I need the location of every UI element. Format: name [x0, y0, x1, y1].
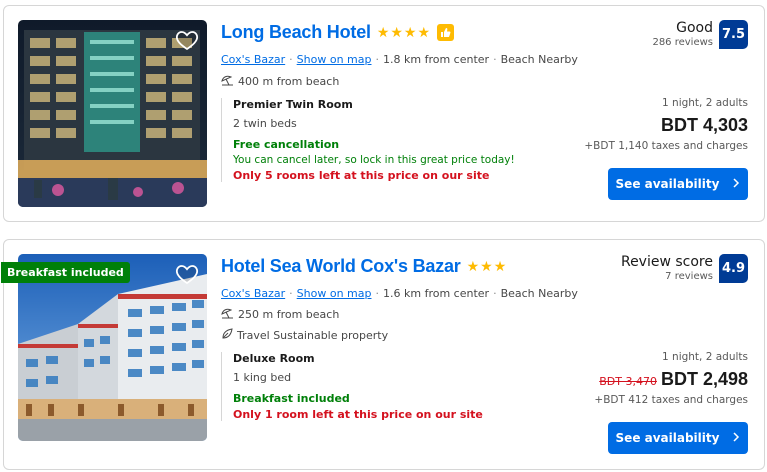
- cancellation-note: You can cancel later, so lock in this gr…: [233, 154, 515, 166]
- stay-summary: 1 night, 2 adults: [662, 351, 748, 363]
- price: BDT 4,303: [660, 115, 748, 135]
- beach-distance-text: 250 m from beach: [238, 308, 340, 321]
- sustainable-row[interactable]: Travel Sustainable property: [221, 328, 388, 343]
- see-availability-label: See availability: [615, 431, 720, 445]
- chevron-right-icon: [733, 177, 740, 191]
- score-label: Good: [676, 20, 713, 36]
- star-rating: ★★★: [466, 258, 508, 275]
- review-score[interactable]: Review score 7 reviews 4.9: [621, 254, 748, 283]
- beach-nearby-label: Beach Nearby: [500, 287, 578, 300]
- breakfast-included-badge: Breakfast included: [1, 262, 130, 283]
- room-name: Deluxe Room: [233, 352, 315, 365]
- see-availability-button[interactable]: See availability: [608, 422, 748, 454]
- hotel-title-row: Hotel Sea World Cox's Bazar ★★★: [221, 256, 507, 277]
- breakfast-included-label: Breakfast included: [233, 392, 350, 405]
- hotel-title-row: Long Beach Hotel ★★★★: [221, 22, 455, 43]
- location-link[interactable]: Cox's Bazar: [221, 53, 285, 66]
- price: BDT 2,498: [660, 369, 748, 389]
- review-count: 7 reviews: [665, 271, 713, 282]
- original-price: BDT 3,470: [599, 375, 657, 388]
- hotel-photo[interactable]: [18, 20, 207, 207]
- thumbs-up-icon: [437, 24, 455, 41]
- leaf-icon: [221, 328, 233, 343]
- star-rating: ★★★★: [376, 24, 432, 41]
- scarcity-message: Only 1 room left at this price on our si…: [233, 408, 483, 421]
- beach-umbrella-icon: [221, 307, 234, 322]
- hotel-card-long-beach: Long Beach Hotel ★★★★ Cox's Bazar · Show…: [3, 5, 765, 222]
- location-row: Cox's Bazar · Show on map · 1.8 km from …: [221, 53, 578, 66]
- hotel-card-sea-world: Breakfast included Hotel Sea World Cox's…: [1, 239, 765, 470]
- score-badge: 4.9: [719, 254, 748, 283]
- heart-icon[interactable]: [175, 262, 199, 286]
- free-cancellation-label: Free cancellation: [233, 138, 340, 151]
- review-score[interactable]: Good 286 reviews 7.5: [652, 20, 748, 49]
- room-name: Premier Twin Room: [233, 98, 353, 111]
- taxes-and-charges: +BDT 1,140 taxes and charges: [584, 140, 748, 152]
- room-details: Premier Twin Room 2 twin beds Free cance…: [221, 98, 515, 182]
- stay-summary: 1 night, 2 adults: [662, 97, 748, 109]
- price-block: 1 night, 2 adults BDT 4,303 +BDT 1,140 t…: [584, 97, 748, 152]
- beach-nearby-label: Beach Nearby: [500, 53, 578, 66]
- price-block: 1 night, 2 adults BDT 3,470 BDT 2,498 +B…: [594, 351, 748, 406]
- beach-distance-row: 400 m from beach: [221, 74, 339, 89]
- taxes-and-charges: +BDT 412 taxes and charges: [594, 394, 748, 406]
- show-on-map-link[interactable]: Show on map: [297, 53, 372, 66]
- hotel-name-link[interactable]: Hotel Sea World Cox's Bazar: [221, 256, 461, 277]
- beach-distance-row: 250 m from beach: [221, 307, 339, 322]
- show-on-map-link[interactable]: Show on map: [297, 287, 372, 300]
- distance-from-center: 1.8 km from center: [383, 53, 490, 66]
- room-beds: 1 king bed: [233, 371, 292, 384]
- beach-distance-text: 400 m from beach: [238, 75, 340, 88]
- distance-from-center: 1.6 km from center: [383, 287, 490, 300]
- see-availability-button[interactable]: See availability: [608, 168, 748, 200]
- score-label: Review score: [620, 254, 713, 270]
- scarcity-message: Only 5 rooms left at this price on our s…: [233, 169, 490, 182]
- location-link[interactable]: Cox's Bazar: [221, 287, 285, 300]
- score-badge: 7.5: [719, 20, 748, 49]
- beach-umbrella-icon: [221, 74, 234, 89]
- heart-icon[interactable]: [175, 28, 199, 52]
- room-details: Deluxe Room 1 king bed Breakfast include…: [221, 352, 483, 421]
- room-beds: 2 twin beds: [233, 117, 297, 130]
- sustainable-text: Travel Sustainable property: [237, 329, 389, 342]
- review-count: 286 reviews: [652, 37, 713, 48]
- location-row: Cox's Bazar · Show on map · 1.6 km from …: [221, 287, 578, 300]
- hotel-name-link[interactable]: Long Beach Hotel: [221, 22, 371, 43]
- chevron-right-icon: [733, 431, 740, 445]
- see-availability-label: See availability: [615, 177, 720, 191]
